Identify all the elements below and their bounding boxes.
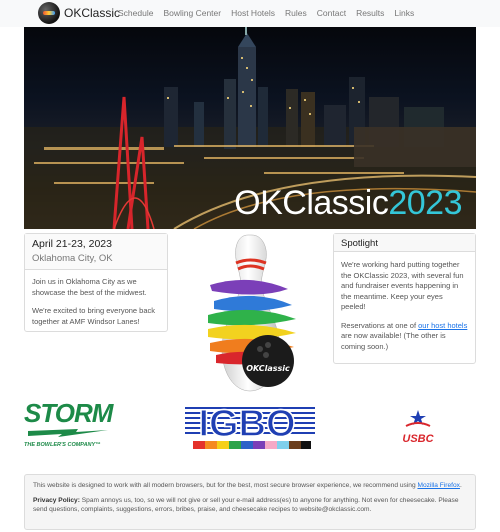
nav-link-rules[interactable]: Rules <box>285 8 307 18</box>
nav-links: Schedule Bowling Center Host Hotels Rule… <box>118 8 414 18</box>
usbc-wordmark: USBC <box>402 433 434 445</box>
event-paragraph: Join us in Oklahoma City as we showcase … <box>32 277 147 297</box>
privacy-label: Privacy Policy: <box>33 497 80 504</box>
browser-notice-text: This website is designed to work with al… <box>33 482 418 489</box>
host-hotels-link[interactable]: our host hotels <box>418 321 467 330</box>
spotlight-title: Spotlight <box>334 234 475 252</box>
nav-link-contact[interactable]: Contact <box>317 8 346 18</box>
privacy-policy: Privacy Policy: Spam annoys us, too, so … <box>33 496 467 514</box>
lightning-bolt-icon <box>28 429 108 437</box>
spotlight-paragraph: We're working hard putting together the … <box>341 260 464 311</box>
event-info-body: Join us in Oklahoma City as we showcase … <box>25 270 167 327</box>
hero-title-word: OKClassic <box>234 184 389 222</box>
nav-link-bowling-center[interactable]: Bowling Center <box>163 8 221 18</box>
spotlight-text: Reservations at one of <box>341 320 419 330</box>
pin-ball-text: OKClassic <box>246 364 290 373</box>
site-footer: This website is designed to work with al… <box>24 474 476 530</box>
brand-logo-icon[interactable] <box>38 2 60 24</box>
hero-banner: OKClassic2023 <box>24 27 476 229</box>
nav-link-schedule[interactable]: Schedule <box>118 8 153 18</box>
navbar: OKClassic Schedule Bowling Center Host H… <box>0 0 500 27</box>
event-paragraph: We're excited to bring everyone back tog… <box>32 306 156 326</box>
storm-tagline: THE BOWLER'S COMPANY™ <box>24 442 101 448</box>
spotlight-paragraph: Reservations at one of our host hotels a… <box>341 321 468 353</box>
hero-title-year: 2023 <box>388 184 462 222</box>
bowling-pin-logo-icon: OKClassic <box>208 234 296 392</box>
nav-link-links[interactable]: Links <box>394 8 414 18</box>
privacy-text: Spam annoys us, too, so we will not give… <box>33 497 459 513</box>
igbo-sponsor-logo[interactable]: IGBO <box>185 403 315 453</box>
browser-notice-end: . <box>459 482 462 489</box>
storm-sponsor-logo[interactable]: STORM THE BOWLER'S COMPANY™ <box>24 400 114 456</box>
igbo-wordmark: IGBO <box>198 403 295 445</box>
nav-link-results[interactable]: Results <box>356 8 384 18</box>
usbc-sponsor-logo[interactable]: USBC <box>400 408 436 448</box>
nav-link-host-hotels[interactable]: Host Hotels <box>231 8 275 18</box>
brand-name[interactable]: OKClassic <box>64 6 120 20</box>
browser-notice: This website is designed to work with al… <box>33 481 467 490</box>
spotlight-card: Spotlight We're working hard putting tog… <box>333 233 476 364</box>
spotlight-text: are now available! (The other is coming … <box>341 331 446 351</box>
spotlight-body: We're working hard putting together the … <box>334 252 475 352</box>
event-date: April 21-23, 2023 <box>32 238 112 250</box>
storm-wordmark: STORM <box>24 398 113 428</box>
event-info-card: April 21-23, 2023 Oklahoma City, OK Join… <box>24 233 168 332</box>
event-location: Oklahoma City, OK <box>32 253 113 264</box>
firefox-link[interactable]: Mozilla Firefox <box>417 482 460 489</box>
hero-title: OKClassic2023 <box>234 184 462 223</box>
event-info-header: April 21-23, 2023 Oklahoma City, OK <box>25 234 167 270</box>
